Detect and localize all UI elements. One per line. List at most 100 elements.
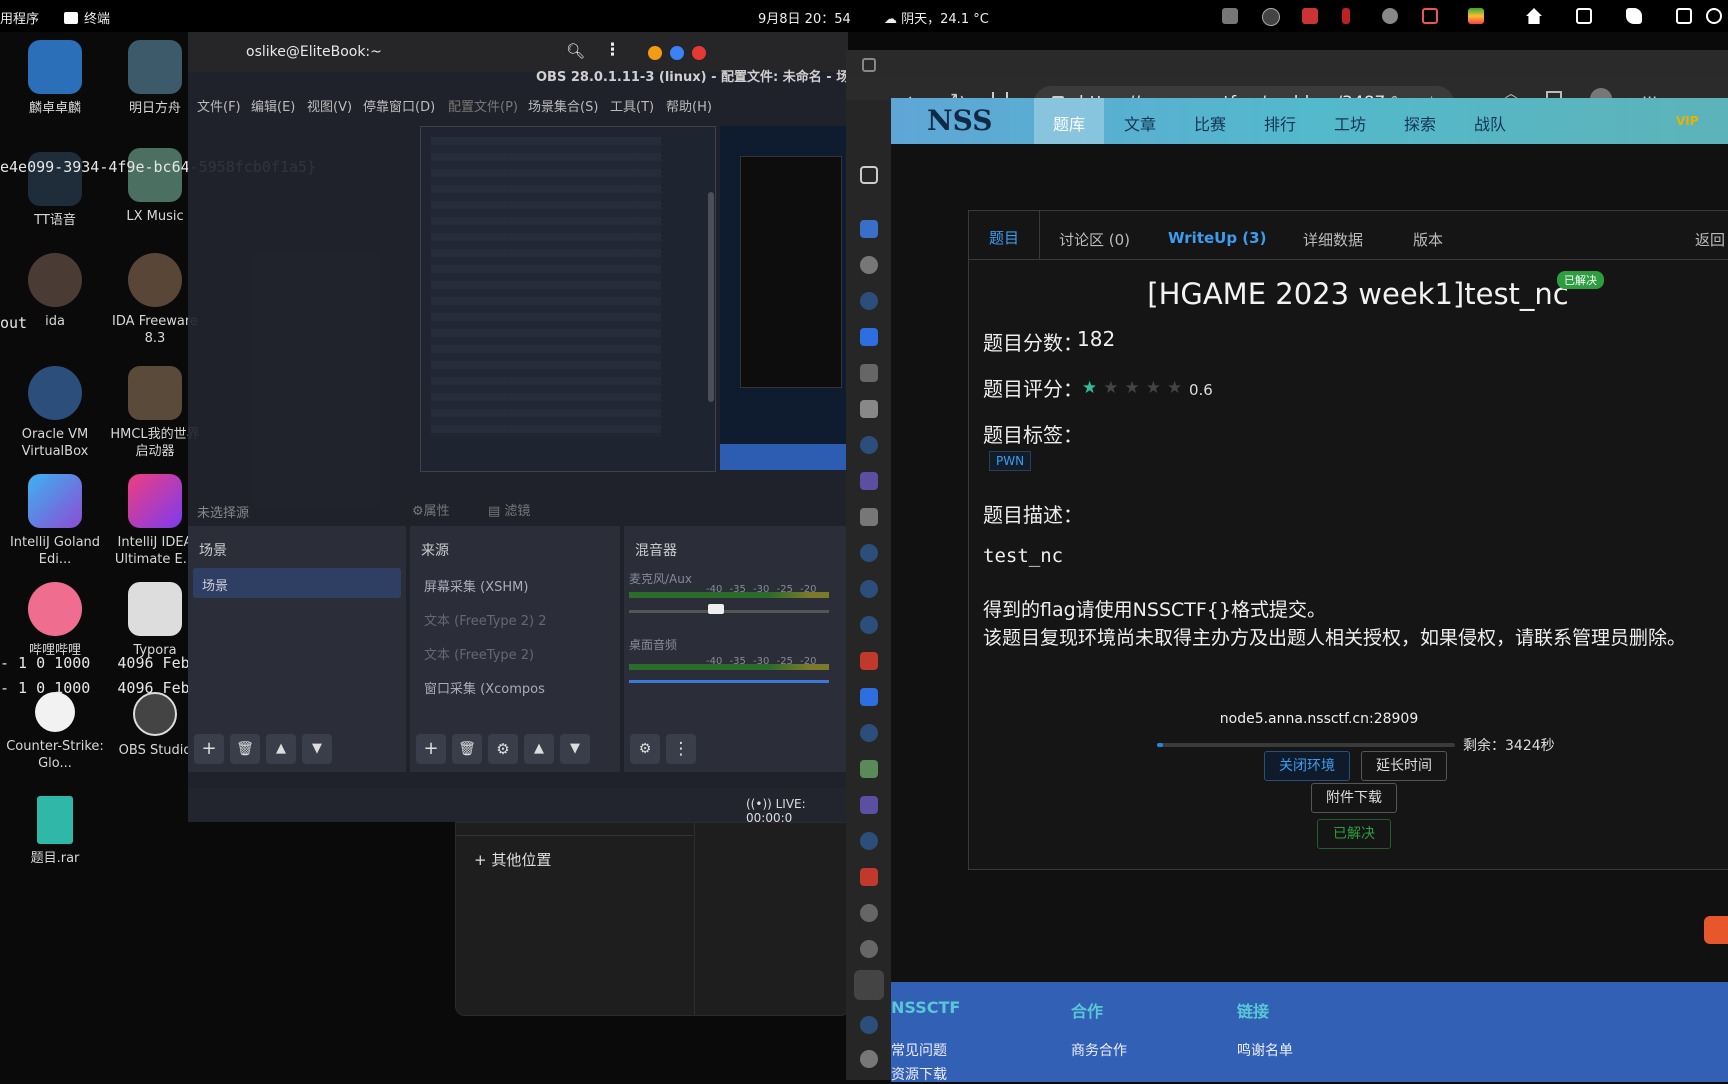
menu-profile[interactable]: 配置文件(P)	[448, 96, 518, 115]
desktop-icon-rar[interactable]: 题目.rar	[5, 796, 105, 867]
nav-workshop[interactable]: 工坊	[1334, 111, 1366, 135]
other-locations-item[interactable]: + 其他位置	[474, 849, 551, 870]
search-icon[interactable]: 🔍︎	[566, 42, 590, 64]
weather-widget[interactable]: ☁ 阴天，24.1 °C	[884, 8, 989, 27]
nav-team[interactable]: 战队	[1474, 111, 1506, 135]
extend-time-button[interactable]: 延长时间	[1361, 751, 1447, 781]
sidebar-zhihu-icon[interactable]	[860, 688, 878, 706]
menu-help[interactable]: 帮助(H)	[666, 96, 712, 115]
close-button[interactable]	[692, 46, 706, 60]
trash-icon[interactable]: 🗑︎	[230, 734, 260, 764]
nav-explore[interactable]: 探索	[1404, 111, 1436, 135]
footer-thanks-link[interactable]: 鸣谢名单	[1237, 1040, 1293, 1060]
sidebar-csdn-icon[interactable]	[860, 652, 878, 670]
download-attachment-button[interactable]: 附件下载	[1311, 783, 1397, 813]
mixer-menu-kebab-icon[interactable]: ⋮	[666, 734, 696, 764]
site-logo[interactable]: NSS	[927, 104, 992, 137]
sidebar-gear-icon[interactable]	[860, 760, 878, 778]
maximize-button[interactable]	[670, 46, 684, 60]
tray-app-icon[interactable]	[1222, 8, 1238, 24]
nav-contests[interactable]: 比赛	[1194, 111, 1226, 135]
solved-button[interactable]: 已解决	[1317, 819, 1391, 849]
sidebar-search-icon[interactable]	[860, 832, 878, 850]
sidebar-search-icon[interactable]	[860, 1016, 878, 1034]
menu-docks[interactable]: 停靠窗口(D)	[363, 96, 435, 115]
extension-icon[interactable]	[1626, 8, 1642, 24]
sidebar-active-edge-icon[interactable]	[854, 970, 884, 1000]
move-down-icon[interactable]: ▼	[302, 734, 332, 764]
sidebar-translate-icon[interactable]	[860, 220, 878, 238]
move-up-icon[interactable]: ▲	[524, 734, 554, 764]
move-up-icon[interactable]: ▲	[266, 734, 296, 764]
filters-button[interactable]: ▤ 滤镜	[488, 500, 530, 519]
source-item[interactable]: 文本 (FreeType 2) 2	[424, 610, 547, 629]
menu-view[interactable]: 视图(V)	[307, 96, 352, 115]
back-link[interactable]: 返回	[1695, 229, 1725, 250]
obs-preview-canvas[interactable]	[420, 126, 716, 472]
nav-articles[interactable]: 文章	[1124, 111, 1156, 135]
sidebar-search-icon[interactable]	[860, 292, 878, 310]
sidebar-search-icon[interactable]	[860, 724, 878, 742]
star-rating[interactable]: ★★★★★★★★★★	[1082, 378, 1188, 398]
tag-pwn[interactable]: PWN	[989, 451, 1032, 471]
desktop-icon-csgo[interactable]: Counter-Strike: Glo...	[5, 692, 105, 772]
scene-item[interactable]: 场景	[193, 568, 401, 598]
workspaces-icon[interactable]	[862, 58, 876, 72]
tab-writeup[interactable]: WriteUp (3)	[1168, 229, 1266, 247]
sidebar-edge-icon[interactable]	[860, 940, 878, 958]
gear-icon[interactable]: ⚙	[488, 734, 518, 764]
desktop-icon-goland[interactable]: IntelliJ Goland Edi...	[5, 474, 105, 568]
tab-strip[interactable]	[846, 50, 1728, 80]
source-item[interactable]: 窗口采集 (Xcompos	[424, 678, 545, 697]
sidebar-app3-icon[interactable]	[860, 472, 878, 490]
desktop-icon-virtualbox[interactable]: Oracle VM VirtualBox	[5, 366, 105, 460]
close-env-button[interactable]: 关闭环境	[1264, 751, 1350, 781]
add-scene-button[interactable]: +	[194, 734, 224, 764]
minimize-button[interactable]	[648, 46, 662, 60]
tray-search-icon[interactable]	[1262, 8, 1280, 26]
sidebar-edge-icon[interactable]	[860, 904, 878, 922]
tray-network-icon[interactable]	[1302, 8, 1318, 24]
tab-problem[interactable]: 题目	[969, 211, 1040, 259]
source-item[interactable]: 文本 (FreeType 2)	[424, 644, 534, 663]
sidebar-doc-icon[interactable]	[860, 364, 878, 382]
sidebar-image-icon[interactable]	[860, 508, 878, 526]
desktop-icon-bilibili[interactable]: 哔哩哔哩	[5, 582, 105, 659]
tray-bilibili-icon[interactable]	[1422, 8, 1438, 24]
desktop-icon-linzhuo[interactable]: 麟卓卓麟	[5, 40, 105, 117]
sidebar-app-icon[interactable]	[860, 256, 878, 274]
advanced-audio-gear-icon[interactable]: ⚙	[630, 734, 660, 764]
sidebar-search-icon[interactable]	[860, 544, 878, 562]
screen-icon[interactable]	[1676, 8, 1692, 24]
tab-details[interactable]: 详细数据	[1303, 229, 1363, 250]
source-item[interactable]: 屏幕采集 (XSHM)	[424, 576, 528, 595]
clipboard-icon[interactable]	[1576, 8, 1592, 24]
footer-resources-link[interactable]: 资源下载	[891, 1064, 947, 1084]
floating-ime-icon[interactable]	[1704, 916, 1728, 944]
kebab-menu-icon[interactable]: ⋮	[604, 40, 621, 60]
home-icon[interactable]	[1526, 8, 1542, 24]
sidebar-search-icon[interactable]	[860, 616, 878, 634]
footer-faq-link[interactable]: 常见问题	[891, 1040, 947, 1060]
tray-app3-icon[interactable]	[1382, 8, 1398, 24]
nav-problems[interactable]: 题库	[1053, 111, 1085, 135]
move-down-icon[interactable]: ▼	[560, 734, 590, 764]
sidebar-search-icon[interactable]	[860, 436, 878, 454]
tab-discussion[interactable]: 讨论区 (0)	[1059, 229, 1130, 250]
properties-button[interactable]: ⚙属性	[412, 500, 450, 519]
tab-versions[interactable]: 版本	[1413, 229, 1443, 250]
add-source-button[interactable]: +	[416, 734, 446, 764]
menu-edit[interactable]: 编辑(E)	[251, 96, 295, 115]
sidebar-app2-icon[interactable]	[860, 400, 878, 418]
menu-file[interactable]: 文件(F)	[197, 96, 241, 115]
trash-icon[interactable]: 🗑︎	[452, 734, 482, 764]
sidebar-tabs-icon[interactable]	[860, 166, 878, 184]
sidebar-zhihu-icon[interactable]	[860, 328, 878, 346]
mic-volume-handle[interactable]	[708, 604, 724, 614]
footer-business-link[interactable]: 商务合作	[1071, 1040, 1127, 1060]
clock[interactable]: 9月8日 20：54	[758, 8, 851, 27]
desktop-volume-slider[interactable]	[629, 680, 829, 683]
nav-ranking[interactable]: 排行	[1264, 111, 1296, 135]
tray-app2-icon[interactable]	[1342, 8, 1350, 24]
menu-tools[interactable]: 工具(T)	[610, 96, 654, 115]
